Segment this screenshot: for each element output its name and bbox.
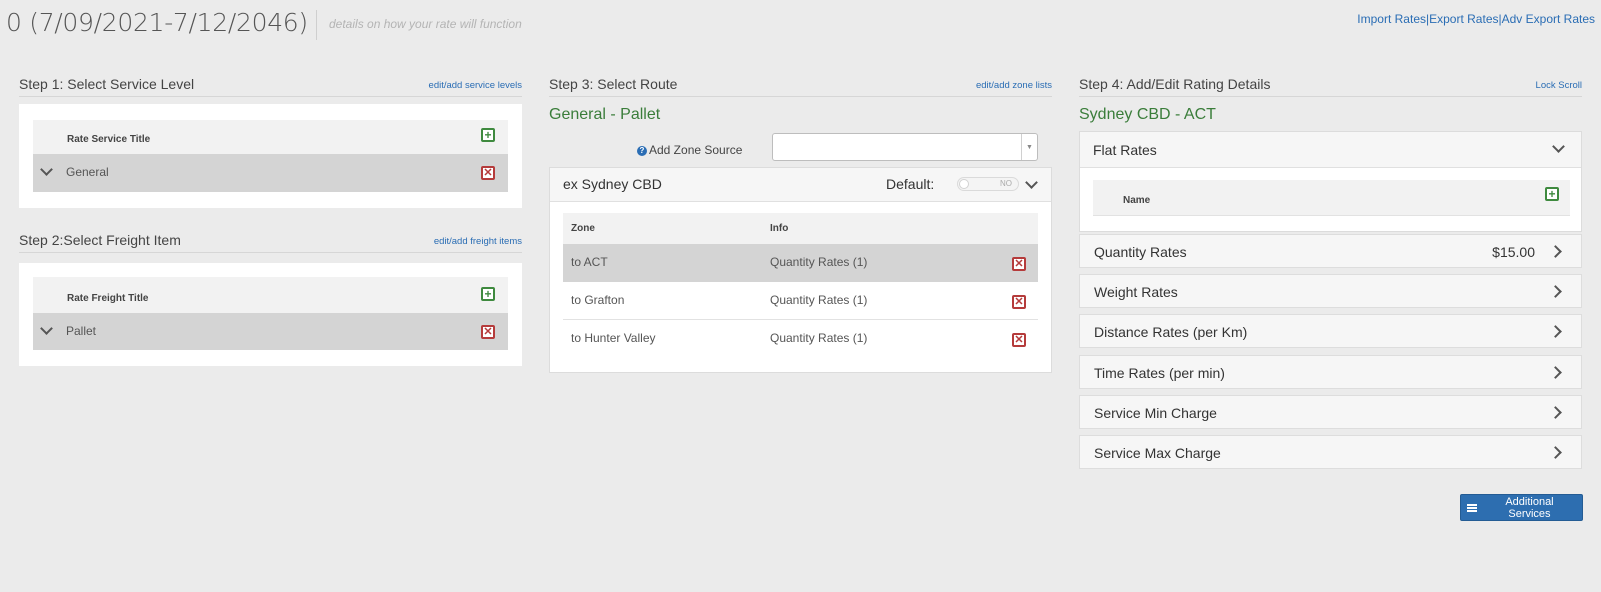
chevron-right-icon[interactable] [1549, 446, 1562, 459]
delete-zone-icon[interactable]: ✕ [1012, 295, 1026, 309]
chevron-down-icon[interactable] [1025, 176, 1038, 189]
zone-panel-title: ex Sydney CBD [563, 176, 662, 192]
page-title: 0 (7/09/2021-7/12/2046) [6, 8, 308, 37]
title-divider [316, 10, 317, 40]
section-title: Time Rates (per min) [1094, 365, 1225, 381]
add-zone-source-label: ? Add Zone Source [637, 143, 742, 157]
chevron-right-icon[interactable] [1549, 406, 1562, 419]
export-rates-link[interactable]: Export Rates [1429, 12, 1498, 26]
name-column-header: Name [1123, 195, 1151, 206]
zone-row[interactable]: to ACT Quantity Rates (1) ✕ [563, 244, 1038, 282]
add-flat-rate-icon[interactable]: + [1545, 187, 1559, 201]
delete-zone-icon[interactable]: ✕ [1012, 333, 1026, 347]
lock-scroll-link[interactable]: Lock Scroll [1536, 80, 1582, 91]
add-service-icon[interactable]: + [481, 128, 495, 142]
additional-services-button[interactable]: Additional Services [1460, 494, 1583, 521]
zone-info: Quantity Rates (1) [770, 255, 868, 269]
section-title: Weight Rates [1094, 284, 1178, 300]
quantity-rates-section[interactable]: Quantity Rates $15.00 [1079, 234, 1582, 268]
adv-export-rates-link[interactable]: Adv Export Rates [1502, 12, 1595, 26]
section-value: $15.00 [1492, 244, 1535, 260]
edit-zone-lists-link[interactable]: edit/add zone lists [976, 80, 1052, 91]
zone-panel: ex Sydney CBD Default: NO Zone Info to A… [549, 167, 1052, 373]
freight-table-header: Rate Freight Title + [33, 277, 508, 313]
delete-freight-icon[interactable]: ✕ [481, 325, 495, 339]
step1-title: Step 1: Select Service Level [19, 76, 195, 92]
flat-rates-header[interactable]: Flat Rates [1080, 132, 1581, 168]
chevron-right-icon[interactable] [1549, 325, 1562, 338]
service-level-box: Rate Service Title + General ✕ [19, 104, 522, 208]
add-freight-icon[interactable]: + [481, 287, 495, 301]
zone-source-select[interactable]: ▼ [772, 133, 1038, 161]
edit-service-levels-link[interactable]: edit/add service levels [429, 80, 522, 91]
freight-row-label: Pallet [66, 324, 97, 338]
service-row[interactable]: General ✕ [33, 154, 508, 192]
toggle-text: NO [1000, 179, 1012, 188]
section-title: Service Min Charge [1094, 405, 1217, 421]
freight-column-header: Rate Freight Title [67, 293, 149, 304]
flat-rates-table-header: Name + [1093, 180, 1570, 216]
column-service-freight: Step 1: Select Service Level edit/add se… [19, 74, 522, 366]
section-title: Service Max Charge [1094, 445, 1221, 461]
zone-row[interactable]: to Grafton Quantity Rates (1) ✕ [563, 282, 1038, 320]
section-title: Distance Rates (per Km) [1094, 324, 1248, 340]
selected-zone-name: Sydney CBD - ACT [1079, 106, 1216, 123]
service-table-header: Rate Service Title + [33, 120, 508, 154]
help-icon[interactable]: ? [637, 146, 647, 156]
info-column-header: Info [770, 223, 789, 234]
chevron-right-icon[interactable] [1549, 245, 1562, 258]
flat-rates-title: Flat Rates [1093, 142, 1157, 158]
step4-title: Step 4: Add/Edit Rating Details [1079, 76, 1271, 92]
flat-rates-panel: Flat Rates Name + [1079, 131, 1582, 232]
step4-header: Step 4: Add/Edit Rating Details Lock Scr… [1079, 74, 1582, 97]
delete-service-icon[interactable]: ✕ [481, 166, 495, 180]
chevron-right-icon[interactable] [1549, 366, 1562, 379]
zone-name: to Grafton [571, 293, 625, 307]
chevron-right-icon[interactable] [1549, 285, 1562, 298]
service-min-charge-section[interactable]: Service Min Charge [1079, 395, 1582, 429]
add-zone-source-text: Add Zone Source [649, 143, 743, 157]
default-toggle[interactable]: NO [957, 177, 1019, 191]
selected-route-name: General - Pallet [549, 106, 661, 123]
service-row-label: General [66, 165, 109, 179]
header-links: Import Rates|Export Rates|Adv Export Rat… [1357, 12, 1595, 26]
step2-title: Step 2:Select Freight Item [19, 232, 181, 248]
zone-table-header: Zone Info [563, 213, 1038, 244]
toggle-knob [959, 179, 969, 189]
chevron-down-icon[interactable] [40, 322, 53, 335]
column-route: Step 3: Select Route edit/add zone lists… [549, 74, 1052, 373]
import-rates-link[interactable]: Import Rates [1357, 12, 1426, 26]
freight-row[interactable]: Pallet ✕ [33, 313, 508, 350]
service-column-header: Rate Service Title [67, 134, 151, 145]
dropdown-arrow-icon[interactable]: ▼ [1021, 134, 1037, 160]
list-icon [1467, 503, 1477, 512]
distance-rates-section[interactable]: Distance Rates (per Km) [1079, 314, 1582, 348]
page-header: 0 (7/09/2021-7/12/2046) details on how y… [0, 0, 1601, 50]
time-rates-section[interactable]: Time Rates (per min) [1079, 355, 1582, 389]
page-subtitle: details on how your rate will function [329, 17, 522, 31]
zone-name: to Hunter Valley [571, 331, 656, 345]
edit-freight-items-link[interactable]: edit/add freight items [434, 236, 522, 247]
zone-info: Quantity Rates (1) [770, 331, 868, 345]
step3-header: Step 3: Select Route edit/add zone lists [549, 74, 1052, 97]
step3-title: Step 3: Select Route [549, 76, 678, 92]
delete-zone-icon[interactable]: ✕ [1012, 257, 1026, 271]
step2-header: Step 2:Select Freight Item edit/add frei… [19, 230, 522, 253]
zone-column-header: Zone [571, 223, 595, 234]
weight-rates-section[interactable]: Weight Rates [1079, 274, 1582, 308]
service-max-charge-section[interactable]: Service Max Charge [1079, 435, 1582, 469]
step1-header: Step 1: Select Service Level edit/add se… [19, 74, 522, 97]
zone-info: Quantity Rates (1) [770, 293, 868, 307]
zone-name: to ACT [571, 255, 608, 269]
zone-row[interactable]: to Hunter Valley Quantity Rates (1) ✕ [563, 320, 1038, 358]
default-label: Default: [886, 176, 935, 192]
column-rating-details: Step 4: Add/Edit Rating Details Lock Scr… [1079, 74, 1583, 521]
additional-services-label: Additional Services [1505, 495, 1554, 520]
chevron-down-icon[interactable] [1552, 140, 1565, 153]
freight-item-box: Rate Freight Title + Pallet ✕ [19, 263, 522, 366]
section-title: Quantity Rates [1094, 244, 1187, 260]
zone-panel-header[interactable]: ex Sydney CBD Default: NO [550, 168, 1051, 202]
chevron-down-icon[interactable] [40, 163, 53, 176]
